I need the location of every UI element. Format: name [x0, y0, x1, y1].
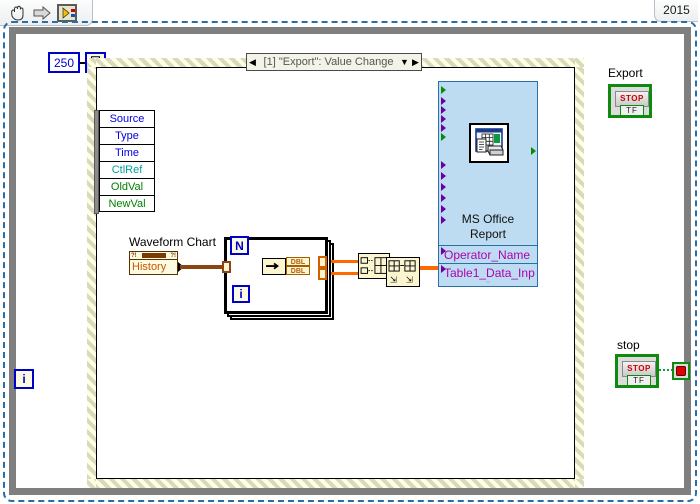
event-data-newval[interactable]: NewVal [99, 195, 155, 212]
for-loop-output-tunnel-1[interactable] [318, 256, 327, 268]
waveform-chart-property-node[interactable]: ?! ?! History [129, 251, 184, 275]
event-data-node[interactable]: Source Type Time CtlRef OldVal NewVal [94, 110, 155, 214]
event-data-type[interactable]: Type [99, 127, 155, 144]
for-loop-output-tunnel-2[interactable] [318, 268, 327, 280]
property-node-marker-left: ?! [131, 252, 137, 259]
event-case-selector[interactable]: ◀ [1] "Export": Value Change ▼ ▶ [246, 53, 422, 71]
express-io-tick-1 [441, 86, 446, 94]
for-loop-output-dbl-1: DBL [286, 257, 310, 266]
transpose-2d-array-icon[interactable]: ⇲ ⇲ [386, 257, 420, 287]
express-vi-expand-chevron[interactable]: ⌄ [439, 276, 537, 286]
event-case-prev-arrow[interactable]: ◀ [247, 54, 258, 70]
express-io-tick-9 [441, 183, 446, 191]
wire-loop-to-buildarray-2 [331, 272, 358, 275]
event-case-label: [1] "Export": Value Change [263, 56, 394, 68]
event-data-node-bar [94, 110, 99, 214]
property-node-icon: ?! ?! [129, 251, 178, 260]
event-data-time[interactable]: Time [99, 144, 155, 161]
property-node-chart-glyph [141, 253, 166, 258]
property-history[interactable]: History [129, 260, 178, 275]
stop-conditional-terminal-icon[interactable] [672, 362, 690, 380]
express-io-tick-5 [441, 124, 446, 132]
index-array-icon[interactable] [262, 258, 286, 275]
event-data-source[interactable]: Source [99, 110, 155, 127]
stop-boolean-control[interactable]: STOP TF [615, 354, 659, 388]
svg-text:⇲: ⇲ [390, 274, 397, 284]
wait-ms-constant[interactable]: 250 [48, 52, 80, 73]
arrow-right-icon[interactable] [32, 4, 52, 22]
for-loop-output-dbl-2: DBL [286, 266, 310, 275]
while-loop-iteration-terminal[interactable]: i [14, 369, 34, 389]
wire-loop-to-buildarray-1 [331, 260, 358, 263]
express-io-tick-6 [441, 133, 446, 141]
express-io-tick-3 [441, 106, 446, 114]
express-vi-title-line1: MS Office [461, 212, 515, 226]
property-node-marker-right: ?! [170, 252, 176, 259]
stop-tf-tab: TF [627, 375, 651, 386]
express-io-tick-4 [441, 115, 446, 123]
for-loop-input-tunnel[interactable] [222, 261, 231, 273]
express-vi-title: MS Office Report [439, 212, 537, 242]
export-boolean-control[interactable]: STOP TF [608, 84, 652, 118]
express-vi-input-operator-name[interactable]: Operator_Name [439, 245, 537, 263]
labview-vi-icon[interactable] [56, 3, 78, 23]
express-io-tick-10 [441, 194, 446, 202]
express-io-tick-7 [441, 161, 446, 169]
export-tf-tab: TF [620, 105, 644, 116]
waveform-chart-label: Waveform Chart [129, 235, 216, 249]
event-data-oldval[interactable]: OldVal [99, 178, 155, 195]
event-case-dropdown-arrow[interactable]: ▼ [399, 54, 410, 70]
for-loop-count-terminal[interactable]: N [230, 236, 249, 255]
export-control-label: Export [608, 66, 643, 80]
express-io-tick-12 [441, 216, 446, 224]
event-data-ctlref[interactable]: CtlRef [99, 161, 155, 178]
express-io-tick-13 [441, 247, 446, 255]
for-loop-iteration-terminal[interactable]: i [232, 285, 250, 303]
express-vi-title-line2: Report [469, 227, 507, 241]
express-io-tick-11 [441, 205, 446, 213]
report-generation-icon [469, 123, 509, 163]
express-io-tick-8 [441, 172, 446, 180]
version-label: 2015 [654, 0, 698, 22]
stop-control-label: stop [617, 338, 640, 352]
express-io-tick-out [531, 147, 536, 155]
svg-text:⇲: ⇲ [406, 274, 413, 284]
express-io-tick-14 [441, 265, 446, 273]
labview-block-diagram: 2015 i 250 ◀ [1] "Export": Value Change … [0, 0, 700, 504]
ms-office-report-express-vi[interactable]: MS Office Report Operator_Name Table1_Da… [438, 81, 538, 287]
hand-tool-icon[interactable] [8, 4, 28, 22]
event-case-next-arrow[interactable]: ▶ [410, 54, 421, 70]
express-io-tick-2 [441, 97, 446, 105]
